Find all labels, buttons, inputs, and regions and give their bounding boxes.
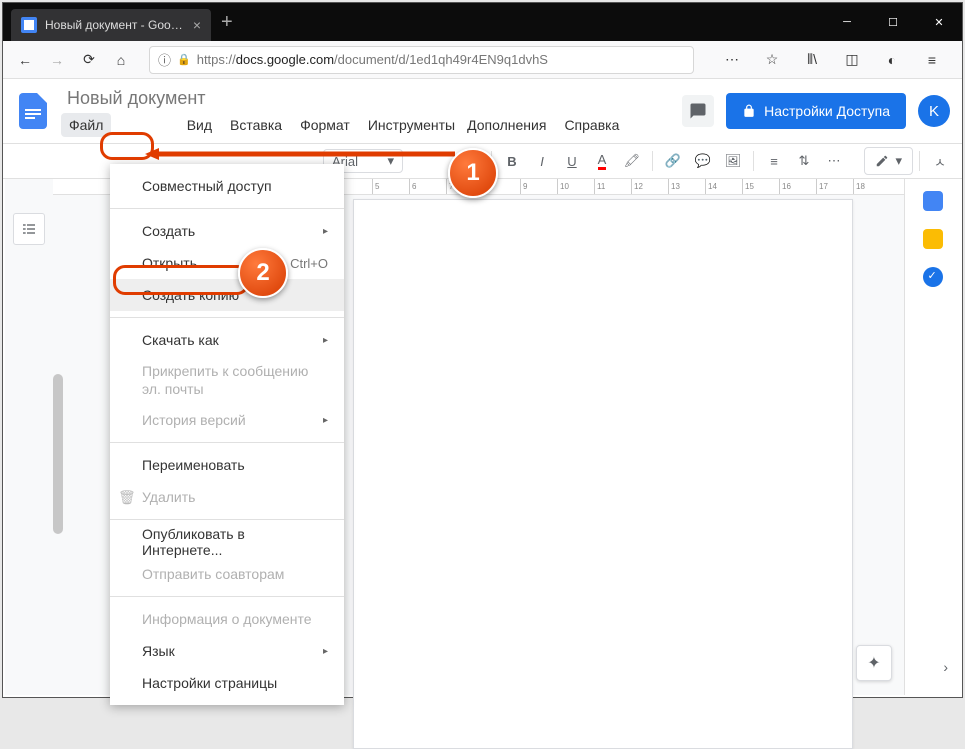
italic-button[interactable]: I bbox=[528, 147, 556, 175]
menu-delete[interactable]: 🗑Удалить bbox=[110, 481, 344, 513]
menu-addons[interactable]: Дополнения bbox=[459, 113, 554, 137]
text-color-button[interactable]: A bbox=[588, 147, 616, 175]
menu-download-as[interactable]: Скачать как▸ bbox=[110, 324, 344, 356]
line-spacing-button[interactable]: ⇅ bbox=[790, 147, 818, 175]
close-window-button[interactable]: ✕ bbox=[916, 3, 962, 41]
menu-divider bbox=[110, 442, 344, 443]
bookmark-icon[interactable]: ☆ bbox=[758, 46, 786, 74]
share-label: Настройки Доступа bbox=[764, 103, 890, 119]
menu-open[interactable]: ОткрытьCtrl+O bbox=[110, 247, 344, 279]
menu-bar: Файл Правка Вид Вставка Формат Инструмен… bbox=[61, 113, 682, 137]
outline-icon bbox=[21, 221, 37, 237]
extension-icon[interactable]: ◐ bbox=[878, 46, 906, 74]
menu-new[interactable]: Создать▸ bbox=[110, 215, 344, 247]
insert-comment-button[interactable]: 💬 bbox=[689, 147, 717, 175]
docs-favicon bbox=[21, 17, 37, 33]
forward-button[interactable]: → bbox=[43, 46, 71, 74]
minimize-button[interactable]: ─ bbox=[824, 3, 870, 41]
menu-file[interactable]: Файл bbox=[61, 113, 111, 137]
back-button[interactable]: ← bbox=[11, 46, 39, 74]
site-info-icon[interactable]: ⓘ bbox=[158, 50, 171, 69]
outline-toggle-button[interactable] bbox=[13, 213, 45, 245]
menu-email-attachment[interactable]: Прикрепить к сообщению эл. почты bbox=[110, 356, 344, 404]
sidebar-icon[interactable]: ◫ bbox=[838, 46, 866, 74]
address-bar: ← → ⟳ ⌂ ⓘ 🔒 https://docs.google.com/docu… bbox=[3, 41, 962, 79]
annotation-arrow bbox=[145, 146, 455, 162]
menu-version-history[interactable]: История версий▸ bbox=[110, 404, 344, 436]
comments-button[interactable] bbox=[682, 95, 714, 127]
tasks-addon-icon[interactable] bbox=[923, 267, 943, 287]
menu-email-collaborators[interactable]: Отправить соавторам bbox=[110, 558, 344, 590]
document-page[interactable] bbox=[353, 199, 853, 749]
menu-divider bbox=[110, 519, 344, 520]
url-text: https://docs.google.com/document/d/1ed1q… bbox=[197, 52, 548, 67]
pencil-icon bbox=[875, 154, 889, 168]
menu-publish[interactable]: Опубликовать в Интернете... bbox=[110, 526, 344, 558]
docs-logo[interactable] bbox=[15, 87, 51, 135]
menu-page-setup[interactable]: Настройки страницы bbox=[110, 667, 344, 699]
menu-language[interactable]: Язык▸ bbox=[110, 635, 344, 667]
submenu-arrow-icon: ▸ bbox=[323, 335, 328, 346]
hide-menus-button[interactable]: ㅅ bbox=[926, 147, 954, 175]
editing-mode-select[interactable]: ▾ bbox=[864, 147, 913, 175]
submenu-arrow-icon: ▸ bbox=[323, 226, 328, 237]
file-menu-dropdown: Совместный доступ Создать▸ ОткрытьCtrl+O… bbox=[110, 164, 344, 705]
maximize-button[interactable]: ☐ bbox=[870, 3, 916, 41]
align-button[interactable]: ≡ bbox=[760, 147, 788, 175]
menu-format[interactable]: Формат bbox=[292, 113, 358, 137]
submenu-arrow-icon: ▸ bbox=[323, 415, 328, 426]
calendar-addon-icon[interactable] bbox=[923, 191, 943, 211]
menu-document-details[interactable]: Информация о документе bbox=[110, 603, 344, 635]
menu-icon[interactable]: ≡ bbox=[918, 46, 946, 74]
document-title[interactable]: Новый документ bbox=[61, 86, 682, 111]
keep-addon-icon[interactable] bbox=[923, 229, 943, 249]
browser-titlebar: Новый документ - Google Док × + ─ ☐ ✕ bbox=[3, 3, 962, 41]
trash-icon: 🗑 bbox=[118, 489, 136, 506]
explore-button[interactable]: ✦ bbox=[856, 645, 892, 681]
menu-tools[interactable]: Инструменты bbox=[360, 113, 463, 137]
window-controls: ─ ☐ ✕ bbox=[824, 3, 962, 41]
tab-title: Новый документ - Google Док bbox=[45, 18, 185, 32]
new-tab-button[interactable]: + bbox=[221, 11, 233, 34]
menu-divider bbox=[110, 596, 344, 597]
menu-divider bbox=[110, 208, 344, 209]
menu-share[interactable]: Совместный доступ bbox=[110, 170, 344, 202]
library-icon[interactable]: ⦀\ bbox=[798, 46, 826, 74]
side-panel bbox=[904, 179, 960, 695]
comment-icon bbox=[689, 102, 707, 120]
menu-insert[interactable]: Вставка bbox=[222, 113, 290, 137]
collapse-side-panel-icon[interactable]: › bbox=[943, 659, 948, 675]
menu-view[interactable]: Вид bbox=[179, 113, 220, 137]
lock-icon bbox=[742, 104, 756, 118]
menu-help[interactable]: Справка bbox=[556, 113, 627, 137]
browser-tab[interactable]: Новый документ - Google Док × bbox=[11, 9, 211, 41]
annotation-badge-2: 2 bbox=[238, 248, 288, 298]
highlight-button[interactable]: 🖍 bbox=[618, 147, 646, 175]
submenu-arrow-icon: ▸ bbox=[323, 646, 328, 657]
menu-rename[interactable]: Переименовать bbox=[110, 449, 344, 481]
url-field[interactable]: ⓘ 🔒 https://docs.google.com/document/d/1… bbox=[149, 46, 694, 74]
home-button[interactable]: ⌂ bbox=[107, 46, 135, 74]
more-actions-icon[interactable]: ⋯ bbox=[718, 46, 746, 74]
more-button[interactable]: ⋯ bbox=[820, 147, 848, 175]
lock-icon: 🔒 bbox=[177, 53, 191, 66]
reload-button[interactable]: ⟳ bbox=[75, 46, 103, 74]
insert-link-button[interactable]: 🔗 bbox=[659, 147, 687, 175]
user-avatar[interactable]: K bbox=[918, 95, 950, 127]
chevron-down-icon: ▾ bbox=[895, 153, 902, 169]
bold-button[interactable]: B bbox=[498, 147, 526, 175]
docs-header: Новый документ Файл Правка Вид Вставка Ф… bbox=[3, 79, 962, 143]
share-button[interactable]: Настройки Доступа bbox=[726, 93, 906, 129]
menu-divider bbox=[110, 317, 344, 318]
close-tab-icon[interactable]: × bbox=[193, 17, 201, 33]
annotation-badge-1: 1 bbox=[448, 148, 498, 198]
menu-make-copy[interactable]: Создать копию bbox=[110, 279, 344, 311]
insert-image-button[interactable]: 🖼 bbox=[719, 147, 747, 175]
underline-button[interactable]: U bbox=[558, 147, 586, 175]
